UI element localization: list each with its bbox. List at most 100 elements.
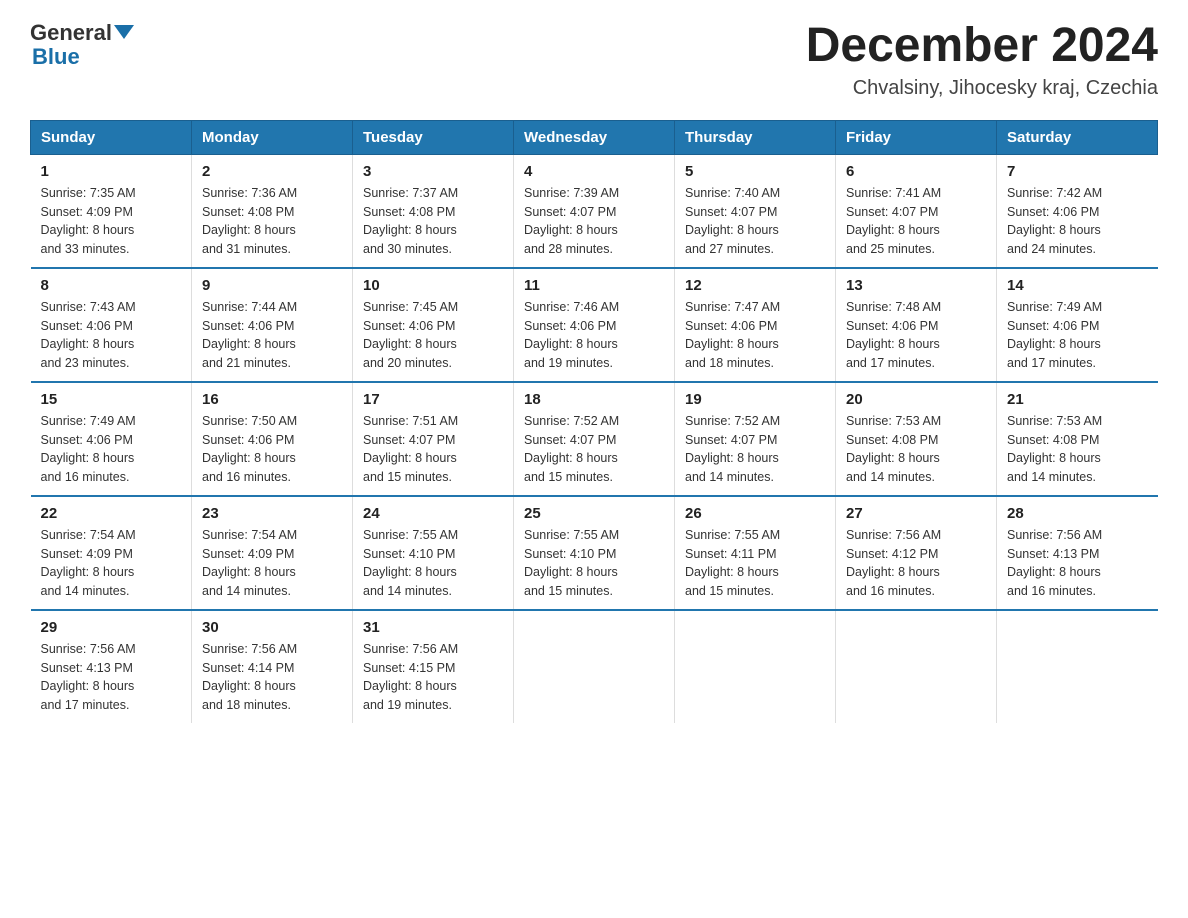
calendar-cell: 23 Sunrise: 7:54 AM Sunset: 4:09 PM Dayl… <box>192 496 353 610</box>
calendar-cell: 12 Sunrise: 7:47 AM Sunset: 4:06 PM Dayl… <box>675 268 836 382</box>
calendar-cell: 19 Sunrise: 7:52 AM Sunset: 4:07 PM Dayl… <box>675 382 836 496</box>
calendar-table: SundayMondayTuesdayWednesdayThursdayFrid… <box>30 120 1158 723</box>
day-info: Sunrise: 7:56 AM Sunset: 4:13 PM Dayligh… <box>41 640 182 715</box>
calendar-cell <box>836 610 997 723</box>
day-header-sunday: Sunday <box>31 120 192 154</box>
day-number: 18 <box>524 391 664 408</box>
calendar-week-5: 29 Sunrise: 7:56 AM Sunset: 4:13 PM Dayl… <box>31 610 1158 723</box>
day-info: Sunrise: 7:41 AM Sunset: 4:07 PM Dayligh… <box>846 184 986 259</box>
calendar-subtitle: Chvalsiny, Jihocesky kraj, Czechia <box>806 77 1158 100</box>
calendar-cell: 31 Sunrise: 7:56 AM Sunset: 4:15 PM Dayl… <box>353 610 514 723</box>
day-info: Sunrise: 7:48 AM Sunset: 4:06 PM Dayligh… <box>846 298 986 373</box>
day-number: 24 <box>363 505 503 522</box>
calendar-cell: 21 Sunrise: 7:53 AM Sunset: 4:08 PM Dayl… <box>997 382 1158 496</box>
day-number: 6 <box>846 163 986 180</box>
calendar-week-1: 1 Sunrise: 7:35 AM Sunset: 4:09 PM Dayli… <box>31 154 1158 268</box>
calendar-cell: 14 Sunrise: 7:49 AM Sunset: 4:06 PM Dayl… <box>997 268 1158 382</box>
calendar-cell: 22 Sunrise: 7:54 AM Sunset: 4:09 PM Dayl… <box>31 496 192 610</box>
day-number: 14 <box>1007 277 1148 294</box>
calendar-cell: 8 Sunrise: 7:43 AM Sunset: 4:06 PM Dayli… <box>31 268 192 382</box>
day-number: 1 <box>41 163 182 180</box>
calendar-cell: 3 Sunrise: 7:37 AM Sunset: 4:08 PM Dayli… <box>353 154 514 268</box>
calendar-week-3: 15 Sunrise: 7:49 AM Sunset: 4:06 PM Dayl… <box>31 382 1158 496</box>
day-headers-row: SundayMondayTuesdayWednesdayThursdayFrid… <box>31 120 1158 154</box>
logo-arrow-icon <box>114 25 134 39</box>
day-number: 15 <box>41 391 182 408</box>
day-number: 28 <box>1007 505 1148 522</box>
day-number: 26 <box>685 505 825 522</box>
day-info: Sunrise: 7:46 AM Sunset: 4:06 PM Dayligh… <box>524 298 664 373</box>
day-number: 23 <box>202 505 342 522</box>
page-header: General Blue December 2024 Chvalsiny, Ji… <box>30 20 1158 100</box>
day-number: 17 <box>363 391 503 408</box>
calendar-cell: 18 Sunrise: 7:52 AM Sunset: 4:07 PM Dayl… <box>514 382 675 496</box>
day-info: Sunrise: 7:35 AM Sunset: 4:09 PM Dayligh… <box>41 184 182 259</box>
day-number: 25 <box>524 505 664 522</box>
day-number: 31 <box>363 619 503 636</box>
day-info: Sunrise: 7:56 AM Sunset: 4:14 PM Dayligh… <box>202 640 342 715</box>
calendar-cell: 30 Sunrise: 7:56 AM Sunset: 4:14 PM Dayl… <box>192 610 353 723</box>
day-number: 30 <box>202 619 342 636</box>
calendar-cell: 5 Sunrise: 7:40 AM Sunset: 4:07 PM Dayli… <box>675 154 836 268</box>
day-number: 2 <box>202 163 342 180</box>
day-info: Sunrise: 7:43 AM Sunset: 4:06 PM Dayligh… <box>41 298 182 373</box>
day-header-wednesday: Wednesday <box>514 120 675 154</box>
day-number: 27 <box>846 505 986 522</box>
day-header-friday: Friday <box>836 120 997 154</box>
day-number: 12 <box>685 277 825 294</box>
day-info: Sunrise: 7:53 AM Sunset: 4:08 PM Dayligh… <box>1007 412 1148 487</box>
day-info: Sunrise: 7:51 AM Sunset: 4:07 PM Dayligh… <box>363 412 503 487</box>
day-info: Sunrise: 7:49 AM Sunset: 4:06 PM Dayligh… <box>41 412 182 487</box>
day-header-thursday: Thursday <box>675 120 836 154</box>
day-number: 4 <box>524 163 664 180</box>
day-info: Sunrise: 7:45 AM Sunset: 4:06 PM Dayligh… <box>363 298 503 373</box>
day-info: Sunrise: 7:36 AM Sunset: 4:08 PM Dayligh… <box>202 184 342 259</box>
day-number: 20 <box>846 391 986 408</box>
calendar-cell: 6 Sunrise: 7:41 AM Sunset: 4:07 PM Dayli… <box>836 154 997 268</box>
day-info: Sunrise: 7:55 AM Sunset: 4:10 PM Dayligh… <box>363 526 503 601</box>
day-header-monday: Monday <box>192 120 353 154</box>
day-info: Sunrise: 7:54 AM Sunset: 4:09 PM Dayligh… <box>202 526 342 601</box>
day-info: Sunrise: 7:40 AM Sunset: 4:07 PM Dayligh… <box>685 184 825 259</box>
calendar-cell: 25 Sunrise: 7:55 AM Sunset: 4:10 PM Dayl… <box>514 496 675 610</box>
day-info: Sunrise: 7:53 AM Sunset: 4:08 PM Dayligh… <box>846 412 986 487</box>
calendar-cell: 26 Sunrise: 7:55 AM Sunset: 4:11 PM Dayl… <box>675 496 836 610</box>
calendar-cell: 29 Sunrise: 7:56 AM Sunset: 4:13 PM Dayl… <box>31 610 192 723</box>
calendar-cell: 24 Sunrise: 7:55 AM Sunset: 4:10 PM Dayl… <box>353 496 514 610</box>
day-header-tuesday: Tuesday <box>353 120 514 154</box>
calendar-week-2: 8 Sunrise: 7:43 AM Sunset: 4:06 PM Dayli… <box>31 268 1158 382</box>
day-number: 19 <box>685 391 825 408</box>
logo-blue-text: Blue <box>30 44 80 70</box>
day-number: 9 <box>202 277 342 294</box>
calendar-week-4: 22 Sunrise: 7:54 AM Sunset: 4:09 PM Dayl… <box>31 496 1158 610</box>
day-info: Sunrise: 7:56 AM Sunset: 4:13 PM Dayligh… <box>1007 526 1148 601</box>
calendar-cell: 9 Sunrise: 7:44 AM Sunset: 4:06 PM Dayli… <box>192 268 353 382</box>
day-info: Sunrise: 7:56 AM Sunset: 4:12 PM Dayligh… <box>846 526 986 601</box>
day-number: 10 <box>363 277 503 294</box>
calendar-cell: 15 Sunrise: 7:49 AM Sunset: 4:06 PM Dayl… <box>31 382 192 496</box>
day-info: Sunrise: 7:49 AM Sunset: 4:06 PM Dayligh… <box>1007 298 1148 373</box>
day-info: Sunrise: 7:47 AM Sunset: 4:06 PM Dayligh… <box>685 298 825 373</box>
day-info: Sunrise: 7:55 AM Sunset: 4:11 PM Dayligh… <box>685 526 825 601</box>
day-info: Sunrise: 7:52 AM Sunset: 4:07 PM Dayligh… <box>524 412 664 487</box>
day-number: 11 <box>524 277 664 294</box>
day-number: 7 <box>1007 163 1148 180</box>
title-block: December 2024 Chvalsiny, Jihocesky kraj,… <box>806 20 1158 100</box>
day-info: Sunrise: 7:37 AM Sunset: 4:08 PM Dayligh… <box>363 184 503 259</box>
day-info: Sunrise: 7:50 AM Sunset: 4:06 PM Dayligh… <box>202 412 342 487</box>
calendar-cell: 7 Sunrise: 7:42 AM Sunset: 4:06 PM Dayli… <box>997 154 1158 268</box>
day-number: 29 <box>41 619 182 636</box>
calendar-cell: 20 Sunrise: 7:53 AM Sunset: 4:08 PM Dayl… <box>836 382 997 496</box>
calendar-cell: 10 Sunrise: 7:45 AM Sunset: 4:06 PM Dayl… <box>353 268 514 382</box>
calendar-cell <box>675 610 836 723</box>
day-info: Sunrise: 7:55 AM Sunset: 4:10 PM Dayligh… <box>524 526 664 601</box>
day-number: 8 <box>41 277 182 294</box>
day-info: Sunrise: 7:56 AM Sunset: 4:15 PM Dayligh… <box>363 640 503 715</box>
calendar-header: SundayMondayTuesdayWednesdayThursdayFrid… <box>31 120 1158 154</box>
calendar-cell: 28 Sunrise: 7:56 AM Sunset: 4:13 PM Dayl… <box>997 496 1158 610</box>
day-number: 3 <box>363 163 503 180</box>
calendar-cell: 2 Sunrise: 7:36 AM Sunset: 4:08 PM Dayli… <box>192 154 353 268</box>
calendar-cell <box>514 610 675 723</box>
calendar-title: December 2024 <box>806 20 1158 73</box>
day-header-saturday: Saturday <box>997 120 1158 154</box>
